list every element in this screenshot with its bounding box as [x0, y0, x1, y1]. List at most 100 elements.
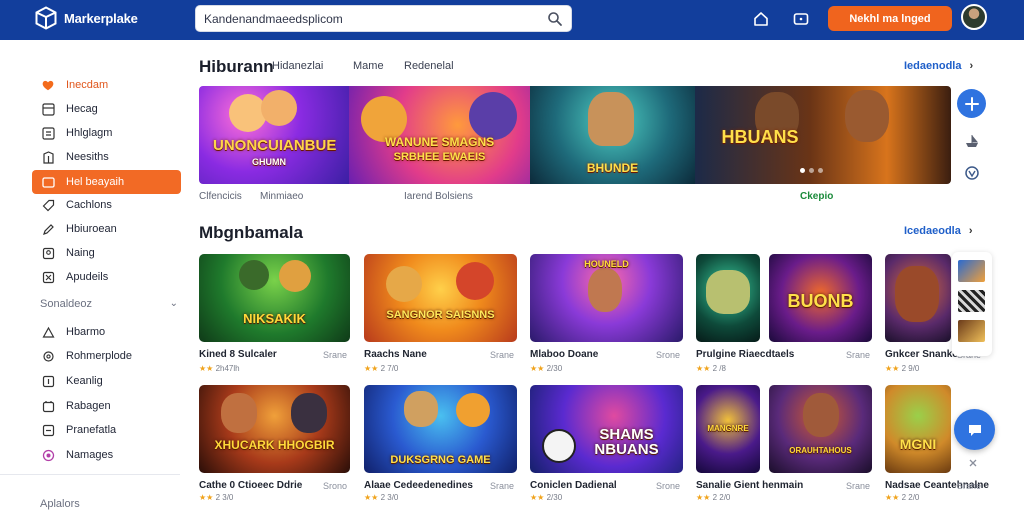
- add-button[interactable]: [957, 89, 986, 118]
- featured-carousel[interactable]: UNONCUIANBUE GHUMN WANUNE SMAGNS SRBHEE …: [199, 86, 951, 184]
- game-thumbnail[interactable]: [885, 254, 951, 342]
- character-art: [279, 260, 311, 292]
- game-price: Srane: [846, 481, 871, 491]
- search-input[interactable]: [204, 11, 547, 26]
- sidebar-item-4[interactable]: Hel beayaih: [32, 170, 181, 194]
- carousel-dot[interactable]: [809, 168, 814, 173]
- tab-featured-1[interactable]: Mame: [353, 60, 384, 72]
- sidebar-item-settings-3[interactable]: Rabagen: [32, 394, 181, 418]
- sidebar-item-1[interactable]: Hecag: [32, 97, 181, 121]
- carousel-dots[interactable]: [800, 168, 823, 173]
- sidebar-item-label: Namages: [66, 449, 114, 461]
- thumbnail-art-title: SANGNOR SAISNNS: [386, 309, 495, 321]
- carousel-dot[interactable]: [818, 168, 823, 173]
- banner-slide-3[interactable]: HBUANS: [695, 86, 951, 184]
- primary-cta-button[interactable]: Nekhl ma lnged: [828, 6, 952, 31]
- game-card[interactable]: DUKSGRNG GAME Alaae Cedeedenedines Srane…: [364, 385, 517, 502]
- thumbnail-art-title: HOUNELD: [584, 259, 629, 269]
- banner-art-sub: SRBHEE EWAEIS: [393, 151, 486, 163]
- banner-slide-2[interactable]: BHUNDE: [530, 86, 695, 184]
- character-art: [845, 90, 889, 142]
- game-card[interactable]: XHUCARK HHOGBIR Cathe 0 Ctioeec Ddrie Sr…: [199, 385, 350, 502]
- tab-featured-2[interactable]: Redenelal: [404, 60, 454, 72]
- game-rating: ★★ 2 9/0: [885, 364, 920, 373]
- featured-see-all-link[interactable]: Iedaenodla ›: [904, 60, 973, 72]
- game-card[interactable]: MGNI Nadsae Ceantehnalne Srane ★★ 2 2/0: [885, 385, 989, 502]
- game-thumbnail[interactable]: NIKSAKIK: [199, 254, 350, 342]
- close-icon[interactable]: [968, 458, 978, 468]
- sidebar-item-2[interactable]: Hhlglagm: [32, 121, 181, 145]
- sidebar-divider: [0, 474, 180, 475]
- game-thumbnail[interactable]: HOUNELD: [530, 254, 683, 342]
- game-thumbnail[interactable]: XHUCARK HHOGBIR: [199, 385, 350, 473]
- sidebar-item-settings-2[interactable]: Keanlig: [32, 369, 181, 393]
- popular-title: Mbgnbamala: [199, 223, 303, 242]
- thumbnail-art-title: BUONB: [787, 291, 854, 311]
- popular-see-all-link[interactable]: Icedaeodla ›: [904, 225, 973, 237]
- tab-featured-0[interactable]: Hidanezlai: [272, 60, 323, 72]
- banner-slide-0[interactable]: UNONCUIANBUE GHUMN: [199, 86, 349, 184]
- sidebar-footer-label: Aplalors: [40, 498, 80, 510]
- game-thumbnail[interactable]: SHAMS NBUANS: [530, 385, 683, 473]
- banner-art-title: HBUANS: [721, 127, 799, 147]
- game-card[interactable]: Prulgine Riaecdtaels Srane ★★ 2 /8: [696, 254, 870, 373]
- carousel-dot[interactable]: [800, 168, 805, 173]
- circle-icon: [41, 448, 55, 462]
- quick-access-rail: [952, 252, 992, 356]
- game-card[interactable]: NIKSAKIK Kined 8 Sulcaler Srane ★★ 2h47l…: [199, 254, 350, 373]
- game-price: Srane: [323, 350, 348, 360]
- game-thumbnail[interactable]: DUKSGRNG GAME: [364, 385, 517, 473]
- game-thumbnail[interactable]: [696, 254, 760, 342]
- rail-thumbnail[interactable]: [958, 320, 985, 342]
- globe-icon[interactable]: [962, 163, 982, 183]
- game-thumbnail[interactable]: SANGNOR SAISNNS: [364, 254, 517, 342]
- lock-icon: [41, 374, 55, 388]
- game-card[interactable]: BUONB: [769, 254, 872, 342]
- sidebar-item-label: Rohmerplode: [66, 350, 133, 362]
- thumbnail-art-title: NIKSAKIK: [243, 311, 306, 326]
- search-bar[interactable]: [195, 5, 572, 32]
- game-card[interactable]: SANGNOR SAISNNS Raachs Nane Srane ★★ 2 7…: [364, 254, 517, 373]
- support-chat-button[interactable]: [954, 409, 995, 450]
- sidebar-item-8[interactable]: Apudeils: [32, 265, 181, 289]
- game-thumbnail[interactable]: ORAUHTAHOUS: [769, 385, 872, 473]
- thumbnail-art-title: MANGNRE: [707, 424, 749, 433]
- sidebar-item-7[interactable]: Naing: [32, 241, 181, 265]
- boat-icon[interactable]: [962, 131, 982, 151]
- game-thumbnail[interactable]: MANGNRE: [696, 385, 760, 473]
- character-art: [291, 393, 327, 433]
- game-card[interactable]: Gnkcer Snanke Srane ★★ 2 9/0: [885, 254, 981, 373]
- game-thumbnail[interactable]: MGNI: [885, 385, 951, 473]
- game-card[interactable]: HOUNELD Mlaboo Doane Srone ★★ 2/30: [530, 254, 683, 373]
- search-icon[interactable]: [547, 11, 563, 27]
- banner-slide-1[interactable]: WANUNE SMAGNS SRBHEE EWAEIS: [349, 86, 530, 184]
- featured-title: Hiburann: [199, 57, 274, 76]
- character-art: [469, 92, 517, 140]
- game-card[interactable]: MANGNRE Sanalie Gient henmain Srane ★★ 2…: [696, 385, 870, 502]
- sidebar-item-label: Hel beayaih: [66, 176, 125, 188]
- sidebar-item-3[interactable]: Neesiths: [32, 145, 181, 169]
- sidebar: Inecdam Hecag Hhlglagm Neesiths Hel beay…: [0, 40, 190, 512]
- game-card[interactable]: ORAUHTAHOUS: [769, 385, 872, 473]
- game-title: Mlaboo Doane: [530, 349, 599, 360]
- sidebar-item-5[interactable]: Cachlons: [32, 193, 181, 217]
- pen-icon: [41, 222, 55, 236]
- game-rating: ★★ 2 3/0: [199, 493, 234, 502]
- chat-icon[interactable]: [792, 10, 810, 28]
- sidebar-item-settings-4[interactable]: Pranefatla: [32, 418, 181, 442]
- home-icon[interactable]: [752, 10, 770, 28]
- game-thumbnail[interactable]: BUONB: [769, 254, 872, 342]
- sidebar-section-header[interactable]: Sonaldeoz ⌄: [40, 298, 178, 310]
- sidebar-item-settings-5[interactable]: Namages: [32, 443, 181, 467]
- sidebar-footer[interactable]: Aplalors: [40, 498, 178, 510]
- sidebar-item-0[interactable]: Inecdam: [32, 73, 181, 97]
- sidebar-item-settings-1[interactable]: Rohmerplode: [32, 344, 181, 368]
- sidebar-item-6[interactable]: Hbiuroean: [32, 217, 181, 241]
- rail-thumbnail[interactable]: [958, 290, 985, 312]
- sidebar-item-settings-0[interactable]: Hbarmo: [32, 320, 181, 344]
- brand-logo[interactable]: Markerplake: [34, 6, 138, 30]
- avatar[interactable]: [961, 4, 987, 30]
- rail-thumbnail[interactable]: [958, 260, 985, 282]
- character-art: [588, 268, 622, 312]
- game-card[interactable]: SHAMS NBUANS Coniclen Dadienal Srone ★★ …: [530, 385, 683, 502]
